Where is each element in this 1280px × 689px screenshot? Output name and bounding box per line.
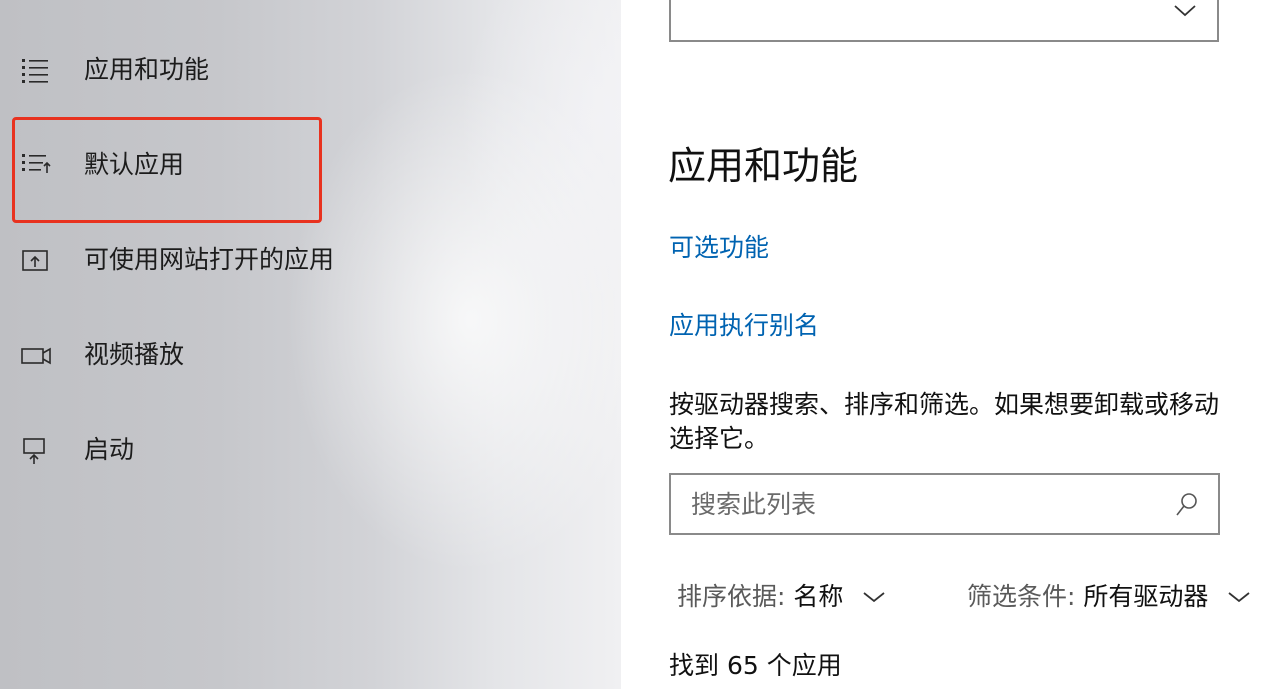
description-line: 按驱动器搜索、排序和筛选。如果想要卸载或移动 [669,390,1220,419]
startup-icon [20,436,52,464]
description-line: 选择它。 [669,424,770,453]
top-dropdown[interactable] [669,0,1219,42]
sidebar-item-label: 可使用网站打开的应用 [84,245,335,274]
page-title: 应用和功能 [668,144,859,188]
sidebar-item-label: 应用和功能 [84,55,210,84]
chevron-down-icon [1228,578,1250,612]
sort-value: 名称 [793,582,844,611]
sidebar-item-apps-features[interactable]: 应用和功能 [0,40,621,100]
filter-label: 筛选条件: [967,582,1076,611]
apps-list-icon [20,56,52,84]
app-execution-aliases-link[interactable]: 应用执行别名 [669,309,819,343]
description-text: 按驱动器搜索、排序和筛选。如果想要卸载或移动 选择它。 [669,388,1280,456]
main-content: 应用和功能 可选功能 应用执行别名 按驱动器搜索、排序和筛选。如果想要卸载或移动… [621,0,1280,689]
sidebar-item-startup[interactable]: 启动 [0,420,621,480]
search-input[interactable] [691,485,1161,523]
sort-dropdown[interactable]: 排序依据: 名称 [677,580,885,616]
apps-for-websites-icon [20,246,52,274]
video-camera-icon [20,341,52,369]
chevron-down-icon [863,578,885,612]
sort-label: 排序依据: [677,582,786,611]
app-count: 找到 65 个应用 [669,651,842,680]
filter-dropdown[interactable]: 筛选条件: 所有驱动器 [967,580,1250,616]
sidebar: 应用和功能 默认应用 可使用网站打开的应用 视频播放 启动 [0,0,621,689]
sidebar-item-label: 视频播放 [84,340,185,369]
chevron-down-icon [1173,2,1197,21]
sidebar-item-video-playback[interactable]: 视频播放 [0,325,621,385]
sidebar-item-label: 启动 [84,435,135,464]
search-box[interactable] [669,473,1220,535]
search-icon[interactable] [1174,491,1200,523]
sidebar-item-apps-for-websites[interactable]: 可使用网站打开的应用 [0,230,621,290]
optional-features-link[interactable]: 可选功能 [669,231,769,265]
highlight-box [12,117,322,223]
filter-value: 所有驱动器 [1083,582,1209,611]
